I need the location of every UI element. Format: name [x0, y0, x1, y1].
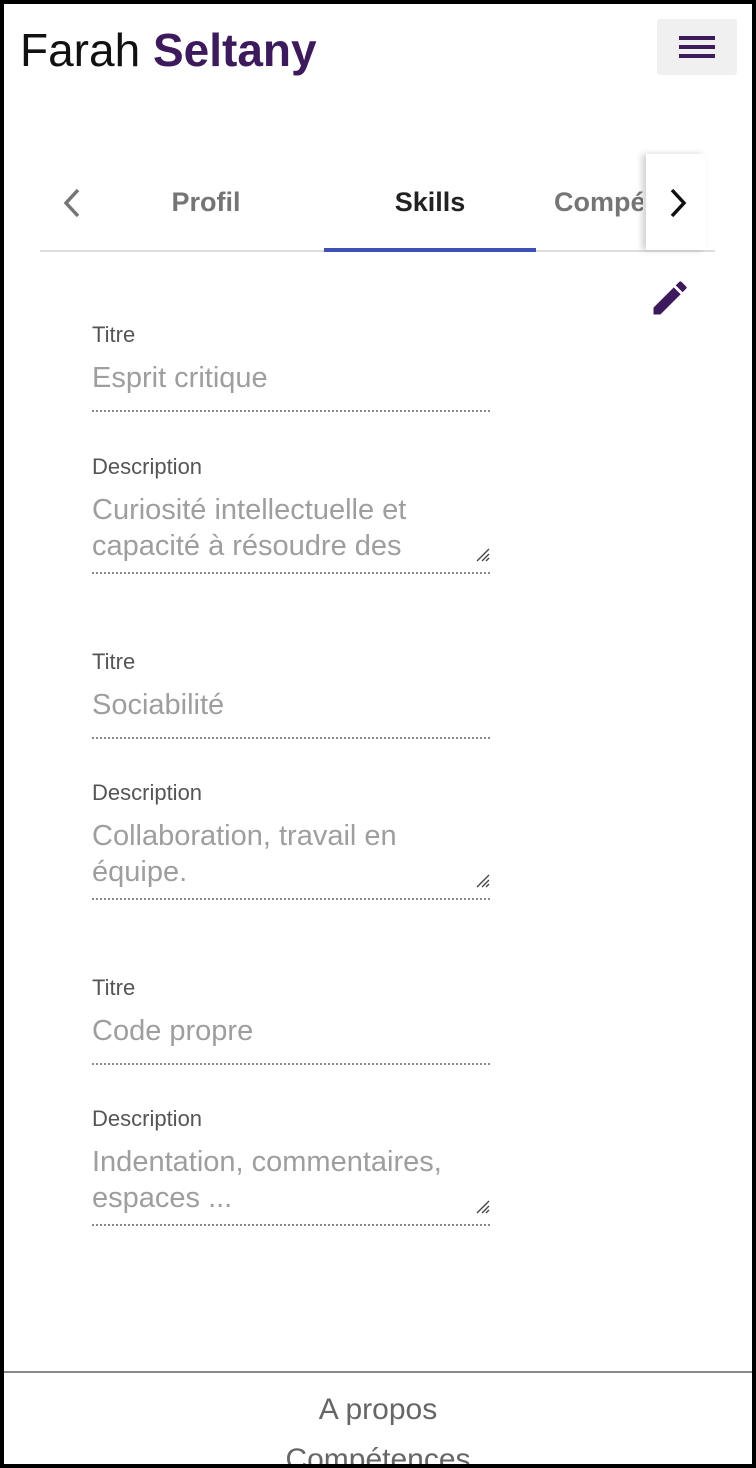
- tab-prev-button[interactable]: [40, 154, 100, 250]
- chevron-left-icon: [63, 188, 80, 218]
- page-frame: Farah Seltany Profil Skills Compé Titre …: [0, 0, 756, 1468]
- brand-last-name: Seltany: [152, 24, 317, 76]
- pencil-icon: [653, 281, 687, 315]
- footer-link-competences[interactable]: Compétences: [4, 1443, 752, 1464]
- tab-profil[interactable]: Profil: [100, 154, 312, 250]
- skill-title-label: Titre: [92, 975, 136, 1000]
- skill-title-input[interactable]: Esprit critique: [92, 360, 490, 412]
- skill-title-label: Titre: [92, 649, 136, 674]
- footer-link-apropos[interactable]: A propos: [4, 1393, 752, 1427]
- skill-title-label: Titre: [92, 322, 136, 347]
- site-brand[interactable]: Farah Seltany: [20, 22, 317, 78]
- textarea-line: espaces ...: [92, 1182, 233, 1214]
- resize-handle-icon[interactable]: [474, 872, 490, 888]
- textarea-line: Collaboration, travail en: [92, 820, 397, 852]
- skill-description-label: Description: [92, 1106, 203, 1131]
- skill-description-textarea[interactable]: Indentation, commentaires, espaces ...: [92, 1144, 490, 1226]
- skill-description-textarea[interactable]: Curiosité intellectuelle et capacité à r…: [92, 492, 490, 574]
- resize-handle-icon[interactable]: [474, 546, 490, 562]
- skill-description-field: Description Indentation, commentaires, e…: [92, 1106, 490, 1226]
- textarea-line: capacité à résoudre des: [92, 530, 402, 562]
- resize-handle-icon[interactable]: [474, 1198, 490, 1214]
- chevron-right-icon: [670, 188, 687, 218]
- menu-button[interactable]: [657, 19, 737, 75]
- tab-skills[interactable]: Skills: [324, 154, 536, 252]
- brand-first-name: Farah: [20, 24, 141, 76]
- hamburger-icon: [679, 36, 715, 40]
- tab-competences[interactable]: Compé: [536, 154, 643, 250]
- textarea-line: Indentation, commentaires,: [92, 1146, 442, 1178]
- skill-description-label: Description: [92, 454, 203, 479]
- skill-title-field: Titre Sociabilité: [92, 649, 490, 739]
- skill-title-input[interactable]: Sociabilité: [92, 687, 490, 739]
- skill-title-field: Titre Esprit critique: [92, 322, 490, 412]
- hamburger-icon-bar: [679, 45, 715, 49]
- footer-nav: A propos Compétences: [4, 1371, 752, 1464]
- skill-title-input[interactable]: Code propre: [92, 1013, 490, 1065]
- skill-description-field: Description Curiosité intellectuelle et …: [92, 454, 490, 574]
- hamburger-icon-bar: [679, 54, 715, 58]
- tab-strip: Profil Skills Compé: [100, 154, 643, 252]
- skill-description-label: Description: [92, 780, 203, 805]
- edit-button[interactable]: [648, 276, 692, 320]
- textarea-line: Curiosité intellectuelle et: [92, 494, 407, 526]
- tab-next-button[interactable]: [646, 154, 706, 250]
- skill-title-field: Titre Code propre: [92, 975, 490, 1065]
- textarea-line: équipe.: [92, 856, 188, 888]
- skill-description-field: Description Collaboration, travail en éq…: [92, 780, 490, 900]
- tab-bar: Profil Skills Compé: [40, 154, 715, 252]
- skill-description-textarea[interactable]: Collaboration, travail en équipe.: [92, 818, 490, 900]
